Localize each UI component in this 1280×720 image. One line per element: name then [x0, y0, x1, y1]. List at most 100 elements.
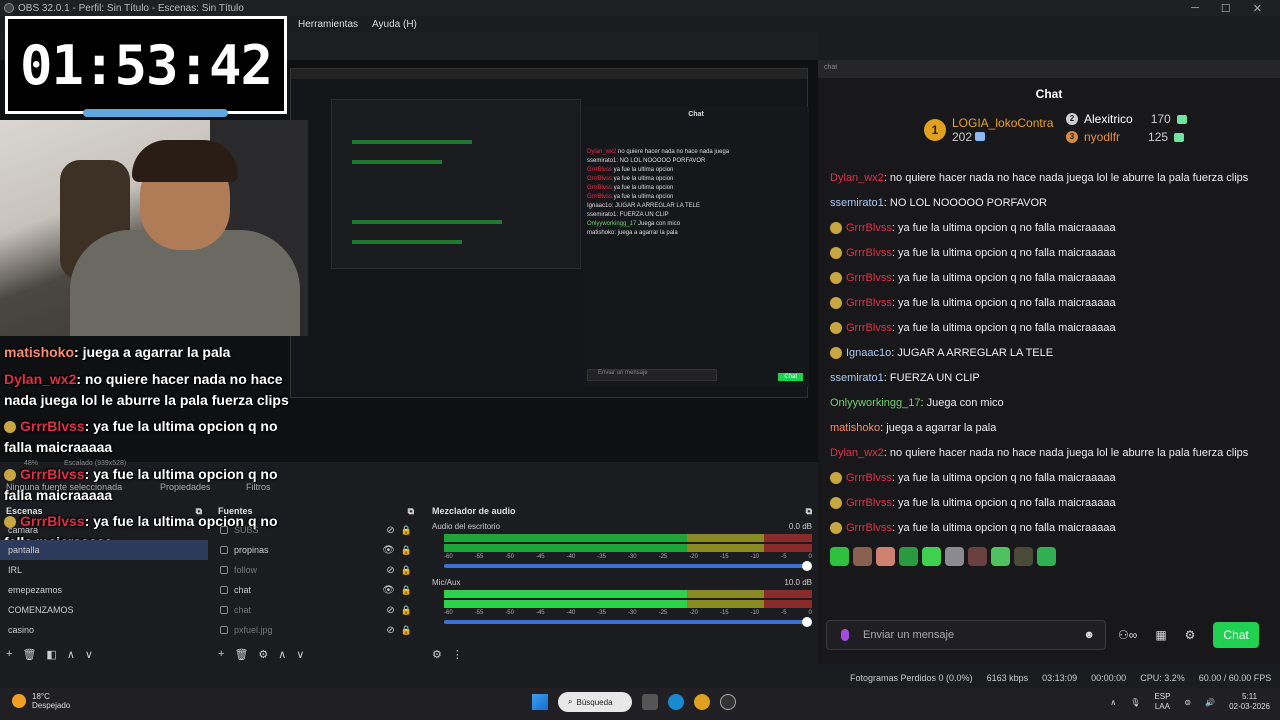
- source-item[interactable]: pxfuel.jpg ⊘ 🔒: [212, 620, 420, 640]
- source-item[interactable]: SUBS ⊘ 🔒: [212, 520, 420, 540]
- gear-icon[interactable]: ⚙: [258, 648, 268, 661]
- volume-icon[interactable]: 🔊: [1205, 698, 1215, 707]
- menu-tools[interactable]: Herramientas: [298, 19, 358, 30]
- move-down-icon[interactable]: ∨: [85, 648, 93, 661]
- windows-start-icon[interactable]: [532, 694, 548, 710]
- chat-send-button[interactable]: Chat: [1213, 622, 1259, 648]
- points-icon[interactable]: ⚇∞: [1118, 628, 1137, 642]
- chat-username[interactable]: GrrrBlvss: [846, 247, 892, 259]
- emote-icon[interactable]: [945, 547, 964, 566]
- scene-item[interactable]: casino: [0, 620, 208, 640]
- chat-username[interactable]: GrrrBlvss: [846, 222, 892, 234]
- obs-icon[interactable]: [720, 694, 736, 710]
- volume-slider-knob[interactable]: [802, 617, 812, 627]
- chat-username[interactable]: GrrrBlvss: [846, 472, 892, 484]
- chat-username[interactable]: matishoko: [830, 422, 880, 434]
- scene-item[interactable]: emepezamos: [0, 580, 208, 600]
- chat-username[interactable]: GrrrBlvss: [846, 272, 892, 284]
- source-item[interactable]: propinas 👁 🔒: [212, 540, 420, 560]
- volume-slider-knob[interactable]: [802, 561, 812, 571]
- source-item[interactable]: chat 👁 🔒: [212, 580, 420, 600]
- emote-icon[interactable]: [876, 547, 895, 566]
- move-up-icon[interactable]: ∧: [67, 648, 75, 661]
- eye-icon[interactable]: 👁: [382, 545, 395, 556]
- volume-slider[interactable]: [444, 617, 812, 627]
- network-icon[interactable]: ⊜: [1184, 698, 1191, 707]
- task-view-icon[interactable]: [642, 694, 658, 710]
- language-indicator[interactable]: ESP LAA: [1154, 692, 1170, 712]
- chat-username[interactable]: GrrrBlvss: [846, 297, 892, 309]
- scene-item-selected[interactable]: pantalla: [0, 540, 208, 560]
- emote-icon[interactable]: [1014, 547, 1033, 566]
- weather-widget[interactable]: 18°C Despejado: [12, 692, 70, 710]
- chat-username[interactable]: Onlyyworkingg_17: [830, 397, 921, 409]
- move-down-icon[interactable]: ∨: [296, 648, 304, 661]
- leader-third-name: nyodlfr: [1084, 130, 1121, 144]
- chat-text: : ya fue la ultima opcion q no falla mai…: [891, 222, 1116, 234]
- dock-undock-icon[interactable]: ⧉: [196, 506, 202, 516]
- hidden-icon[interactable]: ⊘: [386, 525, 394, 536]
- chrome-icon[interactable]: [694, 694, 710, 710]
- chat-username[interactable]: Dylan_wx2: [830, 447, 884, 459]
- chat-username[interactable]: Dylan_wx2: [830, 172, 884, 184]
- clock[interactable]: 5:11 02-03-2026: [1229, 692, 1270, 712]
- hidden-icon[interactable]: ⊘: [386, 625, 394, 636]
- emote-icon[interactable]: [1037, 547, 1056, 566]
- filters-button[interactable]: Filtros: [246, 482, 271, 492]
- menu-help[interactable]: Ayuda (H): [372, 19, 417, 30]
- edge-icon[interactable]: [668, 694, 684, 710]
- lock-icon[interactable]: 🔒: [401, 605, 412, 616]
- scene-item[interactable]: COMENZAMOS: [0, 600, 208, 620]
- chat-username[interactable]: ssemirato1: [830, 372, 884, 384]
- source-item[interactable]: follow ⊘ 🔒: [212, 560, 420, 580]
- emote-icon[interactable]: [899, 547, 918, 566]
- scene-item[interactable]: IRL: [0, 560, 208, 580]
- move-up-icon[interactable]: ∧: [278, 648, 286, 661]
- lock-icon[interactable]: 🔒: [401, 625, 412, 636]
- scene-item[interactable]: camara: [0, 520, 208, 540]
- remove-scene-icon[interactable]: 🗑: [22, 648, 36, 661]
- gear-icon[interactable]: ⚙: [432, 648, 442, 661]
- chat-username[interactable]: GrrrBlvss: [846, 522, 892, 534]
- close-icon[interactable]: ✕: [1253, 2, 1262, 15]
- hidden-icon[interactable]: ⊘: [386, 605, 394, 616]
- window-titlebar: OBS 32.0.1 - Perfil: Sin Título - Escena…: [0, 0, 1280, 16]
- meter-ticks: -60 -55 -50 -45 -40 -35 -30 -25 -20 -15 -10 -5 0: [444, 610, 812, 616]
- add-source-icon[interactable]: +: [218, 648, 224, 660]
- volume-slider[interactable]: [444, 561, 812, 571]
- chat-username[interactable]: ssemirato1: [830, 197, 884, 209]
- mic-icon[interactable]: [841, 629, 849, 641]
- emote-bar: [818, 545, 1280, 568]
- hidden-icon[interactable]: ⊘: [386, 565, 394, 576]
- chat-username[interactable]: Ignaac1o: [846, 347, 891, 359]
- add-scene-icon[interactable]: +: [6, 648, 12, 660]
- properties-button[interactable]: Propiedades: [160, 482, 211, 492]
- lock-icon[interactable]: 🔒: [401, 565, 412, 576]
- chevron-up-icon[interactable]: ∧: [1110, 698, 1116, 707]
- chat-input[interactable]: Enviar un mensaje ☻: [826, 620, 1106, 650]
- source-item[interactable]: chat ⊘ 🔒: [212, 600, 420, 620]
- remove-source-icon[interactable]: 🗑: [234, 648, 248, 661]
- emote-icon[interactable]: [922, 547, 941, 566]
- more-icon[interactable]: ⋮: [452, 648, 463, 661]
- emoji-icon[interactable]: ☻: [1083, 629, 1095, 641]
- chat-username[interactable]: GrrrBlvss: [846, 497, 892, 509]
- dock-undock-icon[interactable]: ⧉: [408, 506, 414, 516]
- taskbar-search[interactable]: ⌕ Búsqueda: [558, 692, 632, 712]
- filters-icon[interactable]: ◧: [46, 648, 56, 661]
- emote-icon[interactable]: [968, 547, 987, 566]
- lock-icon[interactable]: 🔒: [401, 545, 412, 556]
- emote-icon[interactable]: [853, 547, 872, 566]
- lock-icon[interactable]: 🔒: [401, 585, 412, 596]
- gear-icon[interactable]: ⚙: [1185, 628, 1196, 642]
- minimize-icon[interactable]: ─: [1191, 2, 1199, 14]
- maximize-icon[interactable]: ☐: [1221, 2, 1231, 15]
- emote-icon[interactable]: [991, 547, 1010, 566]
- dock-undock-icon[interactable]: ⧉: [806, 506, 812, 516]
- emote-icon[interactable]: [830, 547, 849, 566]
- store-icon[interactable]: ▦: [1155, 628, 1166, 642]
- eye-icon[interactable]: 👁: [382, 585, 395, 596]
- lock-icon[interactable]: 🔒: [401, 525, 412, 536]
- mic-icon[interactable]: 🎙: [1130, 698, 1140, 707]
- chat-username[interactable]: GrrrBlvss: [846, 322, 892, 334]
